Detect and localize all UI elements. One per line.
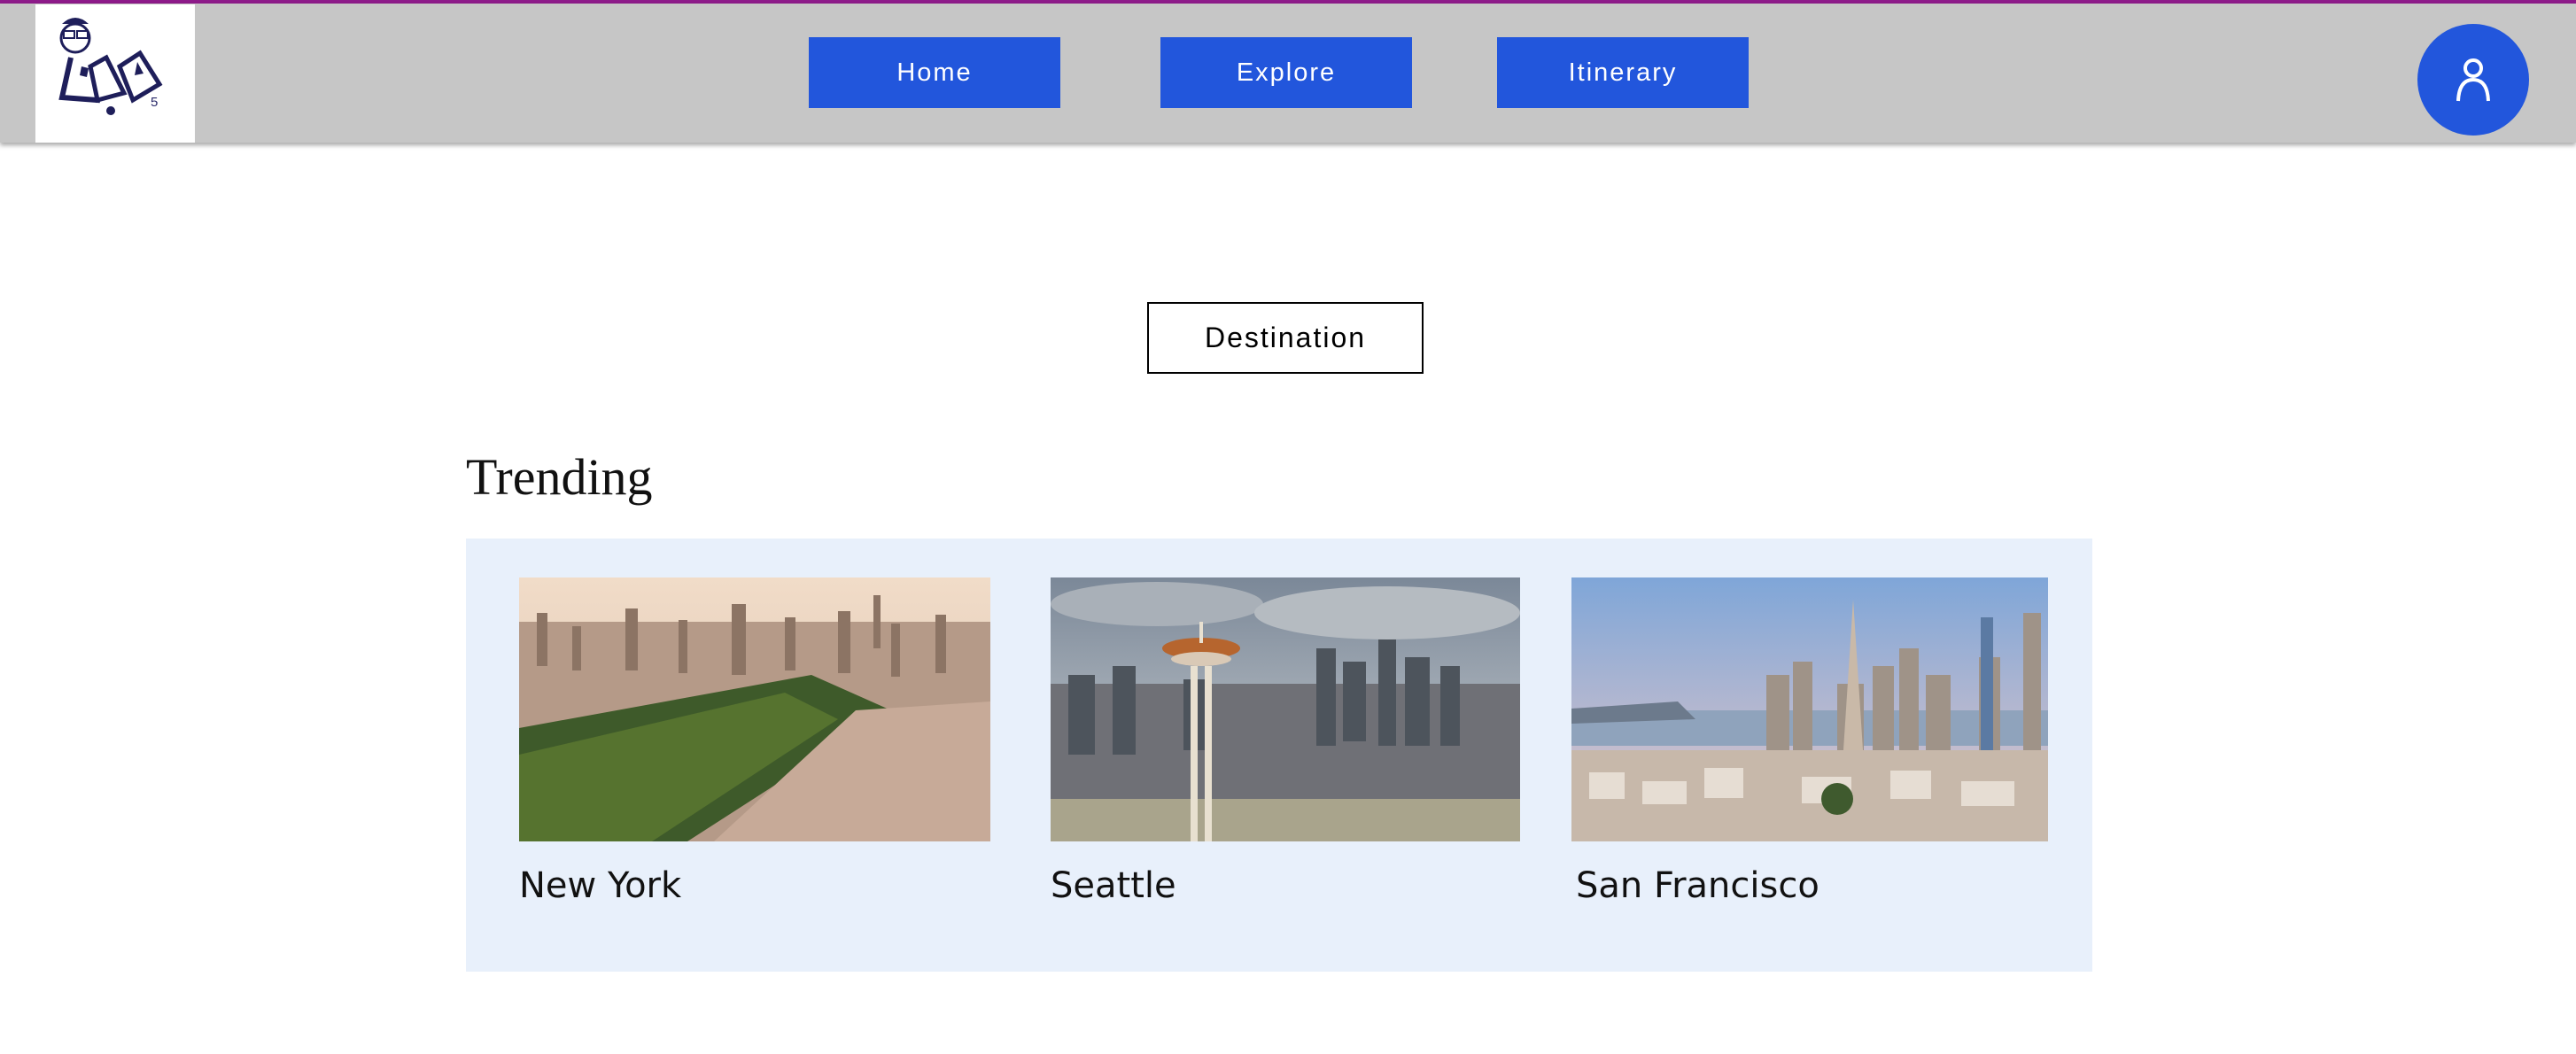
- new-york-photo: [519, 577, 990, 841]
- city-image[interactable]: [519, 577, 990, 841]
- site-logo[interactable]: 5: [35, 4, 195, 143]
- nav-home-button[interactable]: Home: [809, 37, 1060, 108]
- city-name: San Francisco: [1576, 865, 1819, 906]
- nav-itinerary-button[interactable]: Itinerary: [1497, 37, 1749, 108]
- city-name: New York: [519, 865, 682, 906]
- city-name: Seattle: [1051, 865, 1176, 906]
- site-header: 5 Home Explore Itinerary: [0, 4, 2576, 143]
- city-image[interactable]: [1051, 577, 1520, 841]
- trending-panel: New York Seattle San Francisco: [466, 539, 2092, 972]
- city-image[interactable]: [1571, 577, 2048, 841]
- nav-explore-button[interactable]: Explore: [1160, 37, 1412, 108]
- destination-button[interactable]: Destination: [1147, 302, 1424, 374]
- city-card-san-francisco[interactable]: San Francisco: [1571, 577, 2048, 906]
- seattle-photo: [1051, 577, 1520, 841]
- user-icon: [2456, 58, 2490, 102]
- logo-number: 5: [151, 95, 159, 110]
- section-title: Trending: [466, 448, 653, 506]
- city-card-new-york[interactable]: New York: [519, 577, 990, 906]
- city-card-seattle[interactable]: Seattle: [1051, 577, 1520, 906]
- san-francisco-photo: [1571, 577, 2048, 841]
- logo-drawing: [58, 18, 163, 115]
- profile-button[interactable]: [2417, 24, 2529, 136]
